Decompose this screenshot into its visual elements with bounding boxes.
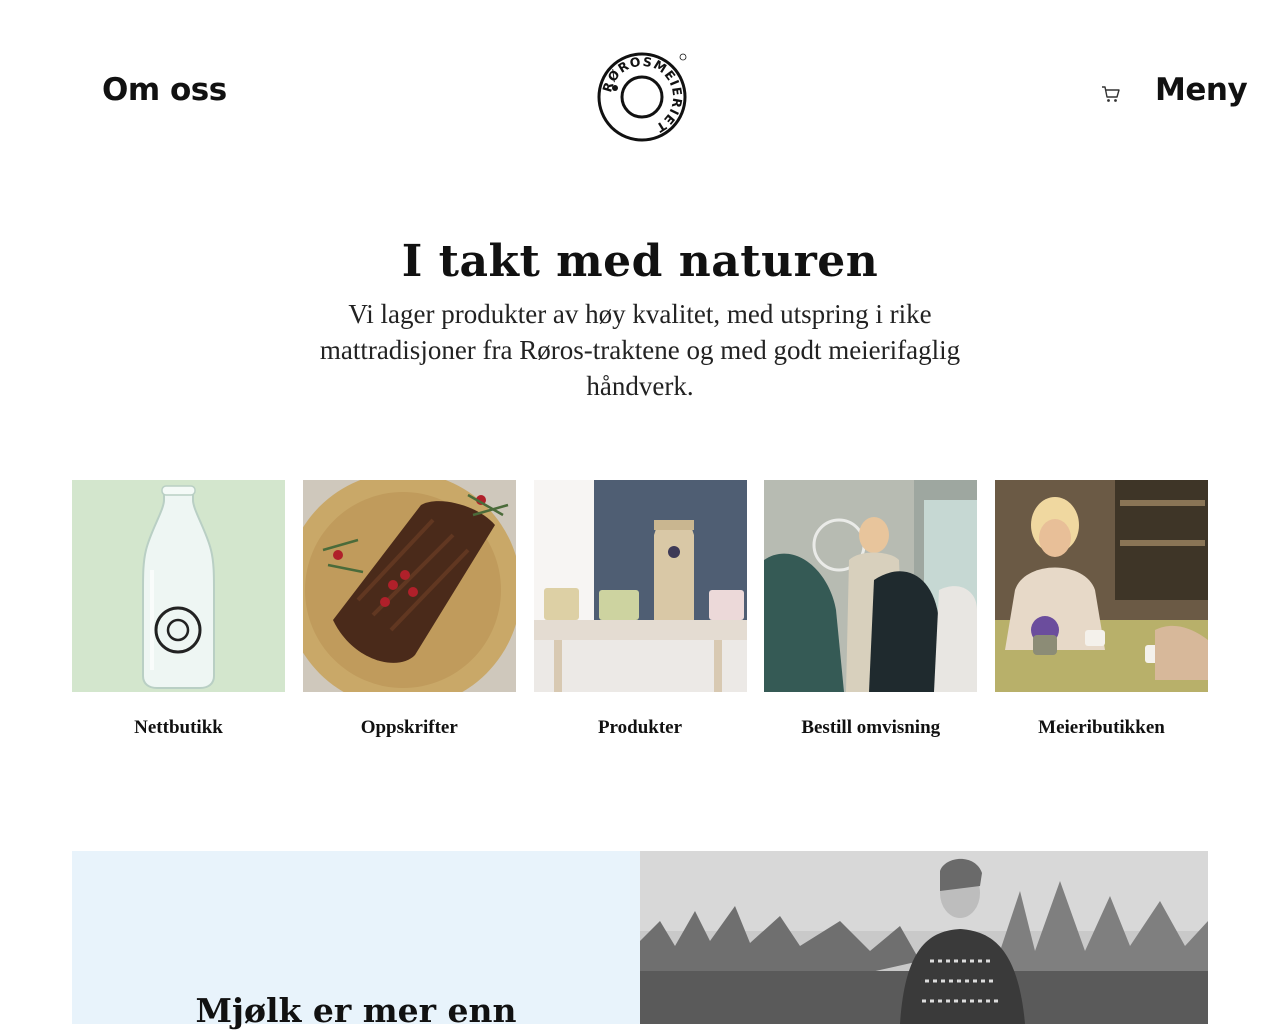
- shopping-cart-icon[interactable]: [1100, 83, 1122, 105]
- logo-icon: RØROSMEIERIET: [597, 52, 687, 142]
- about-us-link[interactable]: Om oss: [102, 72, 227, 108]
- category-tiles: Nettbutikk Oppskrifter Produkter Bestill…: [72, 480, 1208, 739]
- tile-oppskrifter[interactable]: Oppskrifter: [302, 480, 516, 739]
- hero-section: I takt med naturen Vi lager produkter av…: [0, 232, 1280, 404]
- tile-label: Produkter: [597, 717, 683, 738]
- tile-meieributikken[interactable]: Meieributikken: [995, 480, 1208, 739]
- tile-bestill-omvisning[interactable]: Bestill omvisning: [764, 480, 978, 739]
- feature-title: Mjølk er mer enn: [195, 991, 517, 1030]
- milk-bottle-image: [72, 480, 285, 692]
- feature-text-panel: Mjølk er mer enn: [72, 851, 640, 1030]
- tile-produkter[interactable]: Produkter: [533, 480, 747, 739]
- tile-label: Meieributikken: [1038, 717, 1165, 738]
- hero-description: Vi lager produkter av høy kvalitet, med …: [319, 299, 961, 401]
- site-header: Om oss RØROSMEIERIET Meny: [0, 0, 1280, 190]
- hero-title: I takt med naturen: [401, 236, 879, 287]
- menu-button[interactable]: Meny: [1155, 72, 1248, 108]
- tile-label: Nettbutikk: [134, 717, 223, 738]
- products-image: [533, 480, 747, 692]
- roros-meieriet-logo[interactable]: RØROSMEIERIET: [595, 50, 689, 144]
- recipe-cake-image: [302, 480, 516, 692]
- tile-nettbutikk[interactable]: Nettbutikk: [72, 480, 285, 739]
- feature-section: Mjølk er mer enn: [72, 851, 1208, 1030]
- tile-label: Oppskrifter: [360, 717, 458, 738]
- farmer-portrait-image: [640, 851, 1208, 1024]
- dairy-shop-image: [995, 480, 1208, 692]
- guided-tour-image: [764, 480, 978, 692]
- tile-label: Bestill omvisning: [801, 717, 941, 738]
